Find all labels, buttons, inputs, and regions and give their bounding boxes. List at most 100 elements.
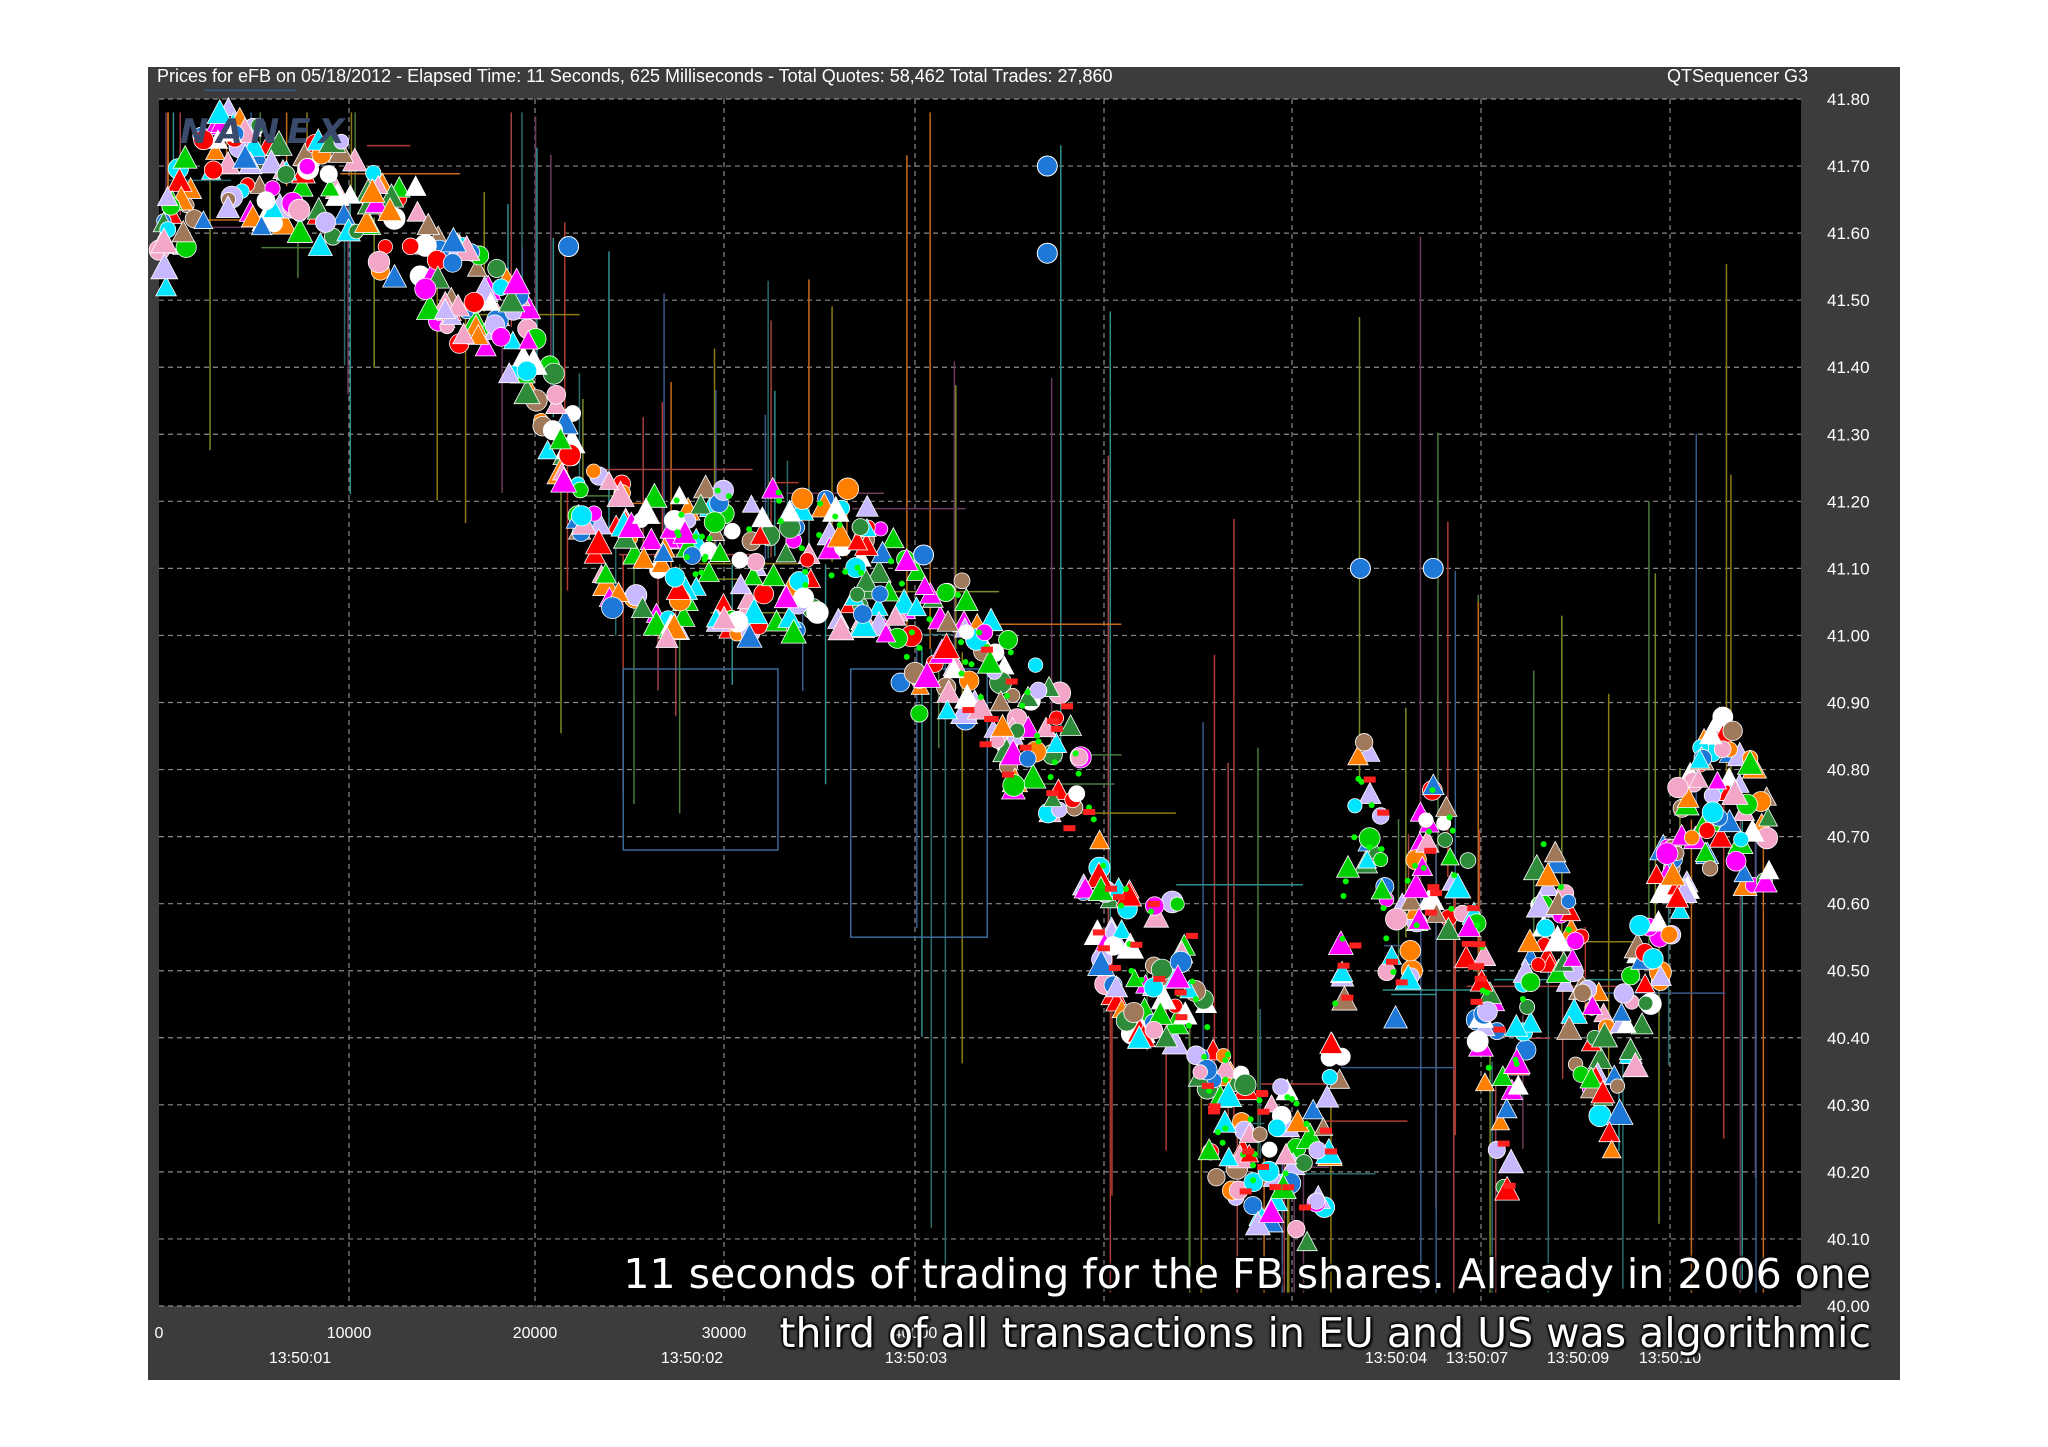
quote-dash [962, 706, 975, 713]
quote-dot [1412, 862, 1419, 869]
quote-dash [1046, 790, 1059, 797]
trade-circle [873, 521, 889, 537]
quote-dash [979, 741, 992, 748]
quote-dot [1429, 787, 1436, 794]
trade-circle [1068, 785, 1086, 803]
trade-circle [1683, 829, 1700, 846]
trade-circle [442, 253, 463, 273]
quote-dot [1185, 1022, 1192, 1029]
quote-dash [1430, 890, 1443, 897]
quote-dash [1257, 1108, 1270, 1115]
quote-dot [692, 533, 699, 540]
quote-dot [746, 526, 753, 533]
trade-circle [799, 552, 815, 568]
trade-circle [1667, 776, 1689, 799]
quote-dot [962, 658, 969, 665]
trade-circle [401, 237, 420, 256]
quote-dot [776, 497, 783, 504]
trade-circle [1308, 1192, 1326, 1210]
trade-circle [1566, 931, 1585, 950]
quote-dot [1383, 935, 1390, 942]
quote-dot [916, 644, 923, 651]
quote-dash [1470, 998, 1483, 1005]
quote-dot [1448, 905, 1455, 912]
quote-dash [1349, 942, 1362, 949]
quote-dot [1256, 1097, 1263, 1104]
quote-dash [1424, 909, 1437, 916]
trade-circle [1418, 812, 1434, 828]
trade-circle [1701, 860, 1719, 877]
x-tick-label: 10000 [327, 1325, 372, 1342]
quote-dot [1100, 862, 1107, 869]
y-tick-label: 40.60 [1827, 895, 1870, 914]
trade-circle [586, 463, 602, 479]
quote-dot [958, 670, 965, 677]
quote-dot [854, 564, 861, 571]
quote-dot [1426, 828, 1433, 835]
trade-circle [853, 604, 873, 624]
trade-circle [1536, 918, 1555, 938]
trade-circle [1169, 950, 1193, 974]
quote-dot [725, 493, 732, 500]
trade-circle [849, 586, 866, 603]
trade-circle [1207, 1168, 1226, 1187]
quote-dot [1192, 996, 1199, 1003]
quote-dot [1404, 877, 1411, 884]
quote-dot [698, 533, 705, 540]
trade-circle [664, 567, 686, 588]
slide-caption: 11 seconds of trading for the FB shares.… [471, 1245, 1871, 1363]
trade-circle [1251, 1126, 1268, 1143]
trade-circle [367, 250, 391, 274]
y-tick-label: 41.80 [1827, 90, 1870, 109]
trade-circle [1530, 957, 1546, 973]
quote-dash [1377, 809, 1390, 816]
quote-dash [1427, 884, 1440, 891]
trade-circle [1573, 983, 1592, 1002]
quote-dot [1390, 969, 1397, 976]
quote-dot [1247, 1116, 1254, 1123]
trade-circle [953, 572, 971, 590]
trade-circle [913, 544, 935, 566]
trade-circle [1355, 733, 1374, 752]
trade-circle [1123, 1002, 1145, 1024]
quote-dot [1215, 1129, 1222, 1136]
trade-circle [1272, 1078, 1290, 1096]
quote-dot [701, 556, 708, 563]
quote-dash [1256, 1091, 1269, 1098]
trade-circle [276, 165, 296, 184]
quote-dash [1108, 964, 1121, 971]
trade-circle [910, 704, 929, 723]
trade-circle [851, 518, 870, 536]
quote-dash [1468, 963, 1481, 970]
y-tick-label: 40.40 [1827, 1029, 1870, 1048]
quote-dot [1366, 844, 1373, 851]
quote-dot [1282, 1170, 1289, 1177]
trade-circle [1385, 907, 1408, 931]
trade-circle [998, 630, 1018, 650]
trade-circle [1698, 822, 1716, 839]
quote-dash [1386, 958, 1399, 965]
trade-circle [298, 158, 316, 176]
quote-dot [1293, 1100, 1300, 1107]
quote-dot [775, 489, 782, 496]
quote-dash [1201, 1082, 1214, 1089]
trade-circle [1703, 786, 1722, 805]
quote-dot [1250, 1162, 1257, 1169]
trade-circle [1722, 720, 1743, 742]
quote-dot [714, 487, 721, 494]
quote-dot [1204, 1024, 1211, 1031]
quote-dot [1557, 884, 1564, 891]
y-tick-label: 40.90 [1827, 694, 1870, 713]
y-tick-label: 40.70 [1827, 828, 1870, 847]
trade-circle [463, 291, 485, 313]
quote-dash [1395, 979, 1408, 986]
trade-circle [936, 583, 956, 602]
quote-dot [1019, 702, 1026, 709]
y-tick-label: 41.60 [1827, 224, 1870, 243]
quote-dot [1474, 922, 1481, 929]
quote-dot [1519, 995, 1526, 1002]
quote-dot [1303, 1120, 1310, 1127]
quote-dot [1512, 1056, 1519, 1063]
quote-dot [1224, 1051, 1231, 1058]
quote-dot [1446, 814, 1453, 821]
